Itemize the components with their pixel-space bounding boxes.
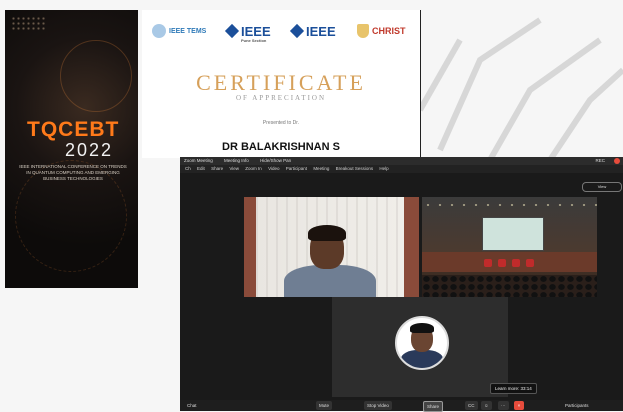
zoom-app-title: Zoom Meeting [184,158,213,163]
tems-logo-mark-icon [152,24,166,38]
participant-hair [308,225,346,241]
speaker-profile-photo [395,316,449,370]
zoom-titlebar: Zoom Meeting Meeting Info Hide/Show Pan … [180,157,623,165]
ieee-diamond-icon [224,23,240,39]
ieee-pune-subtext: Pune Section [241,38,267,43]
mute-button[interactable]: Mute [316,401,333,410]
end-call-button[interactable]: × [514,401,524,410]
speaker-hair [410,323,434,333]
menu-item[interactable]: Breakout Sessions [336,166,374,171]
stage-chair [484,259,492,267]
menu-item[interactable]: View [229,166,239,171]
more-button[interactable]: ··· [498,401,509,410]
conference-poster: TQCEBT 2022 IEEE INTERNATIONAL CONFERENC… [5,10,138,288]
background-line-art [420,17,623,160]
certificate-presented-to: Presented to Dr. [262,120,300,126]
certificate-title: CERTIFICATE [196,70,366,95]
menu-item[interactable]: Meeting [313,166,329,171]
projection-screen [482,217,544,251]
hide-show-panel-link[interactable]: Hide/Show Pan [260,158,291,163]
participant-body [284,265,376,297]
christ-crest-icon [357,24,369,38]
stop-video-button[interactable]: Stop Video [364,401,392,410]
christ-logo-text: CHRIST [372,26,406,36]
christ-logo: CHRIST [357,16,406,46]
learn-more-tooltip: Learn more: 33:14 [490,383,537,394]
certificate-subtitle: OF APPRECIATION [235,94,327,102]
menu-item[interactable]: Share [211,166,223,171]
tems-logo: IEEE TEMS [152,16,206,46]
meeting-toolbar: Chat Mute Stop Video Share CC ☺ ··· × Pa… [180,400,623,412]
stage-chair [512,259,520,267]
ieee-logo: IEEE [289,16,336,46]
menu-item[interactable]: Help [379,166,388,171]
menu-item[interactable]: Video [268,166,279,171]
poster-subtitle: IEEE INTERNATIONAL CONFERENCE ON TRENDS … [19,164,127,181]
certificate-logos: IEEE TEMS IEEE Pune Section IEEE CHRIST [152,16,414,46]
auditorium-stage [422,252,597,272]
video-tile-speaker-photo[interactable] [332,297,508,397]
zoom-meeting-window: Zoom Meeting Meeting Info Hide/Show Pan … [180,157,623,412]
certificate: IEEE TEMS IEEE Pune Section IEEE CHRIST … [142,10,421,158]
stage-chair [498,259,506,267]
reactions-button[interactable]: ☺ [481,401,492,410]
menu-item[interactable]: Ch [185,166,191,171]
video-tile-participant[interactable] [244,197,419,297]
ieee-diamond-icon [289,23,305,39]
zoom-menubar: Ch Edit Share View Zoom In Video Partici… [180,165,623,173]
tems-logo-text: IEEE TEMS [169,27,207,35]
participants-button[interactable]: Participants [562,401,592,410]
menu-item[interactable]: Zoom In [245,166,262,171]
ieee-logo-text: IEEE [306,23,336,39]
video-tile-auditorium[interactable] [422,197,597,297]
ceiling-lights [422,203,597,207]
ieee-pune-logo: IEEE Pune Section [224,16,271,46]
recording-label: REC [595,158,605,163]
audience [422,275,597,297]
share-screen-button[interactable]: Share [423,401,444,412]
captions-button[interactable]: CC [465,401,478,410]
certificate-recipient: DR BALAKRISHNAN S [222,141,340,153]
poster-year: 2022 [65,140,114,160]
speaker-suit [401,350,443,368]
poster-title: TQCEBT [27,118,120,141]
view-toggle-button[interactable]: View [582,182,622,192]
menu-item[interactable]: Edit [197,166,205,171]
poster-dot-pattern [11,16,45,30]
ieee-logo-text: IEEE [241,23,271,39]
stage-chair [526,259,534,267]
meeting-info-link[interactable]: Meeting Info [224,158,249,163]
poster-swirl [60,40,132,112]
recording-dot-icon [614,158,620,164]
chat-button[interactable]: Chat [184,401,200,410]
menu-item[interactable]: Participant [286,166,307,171]
